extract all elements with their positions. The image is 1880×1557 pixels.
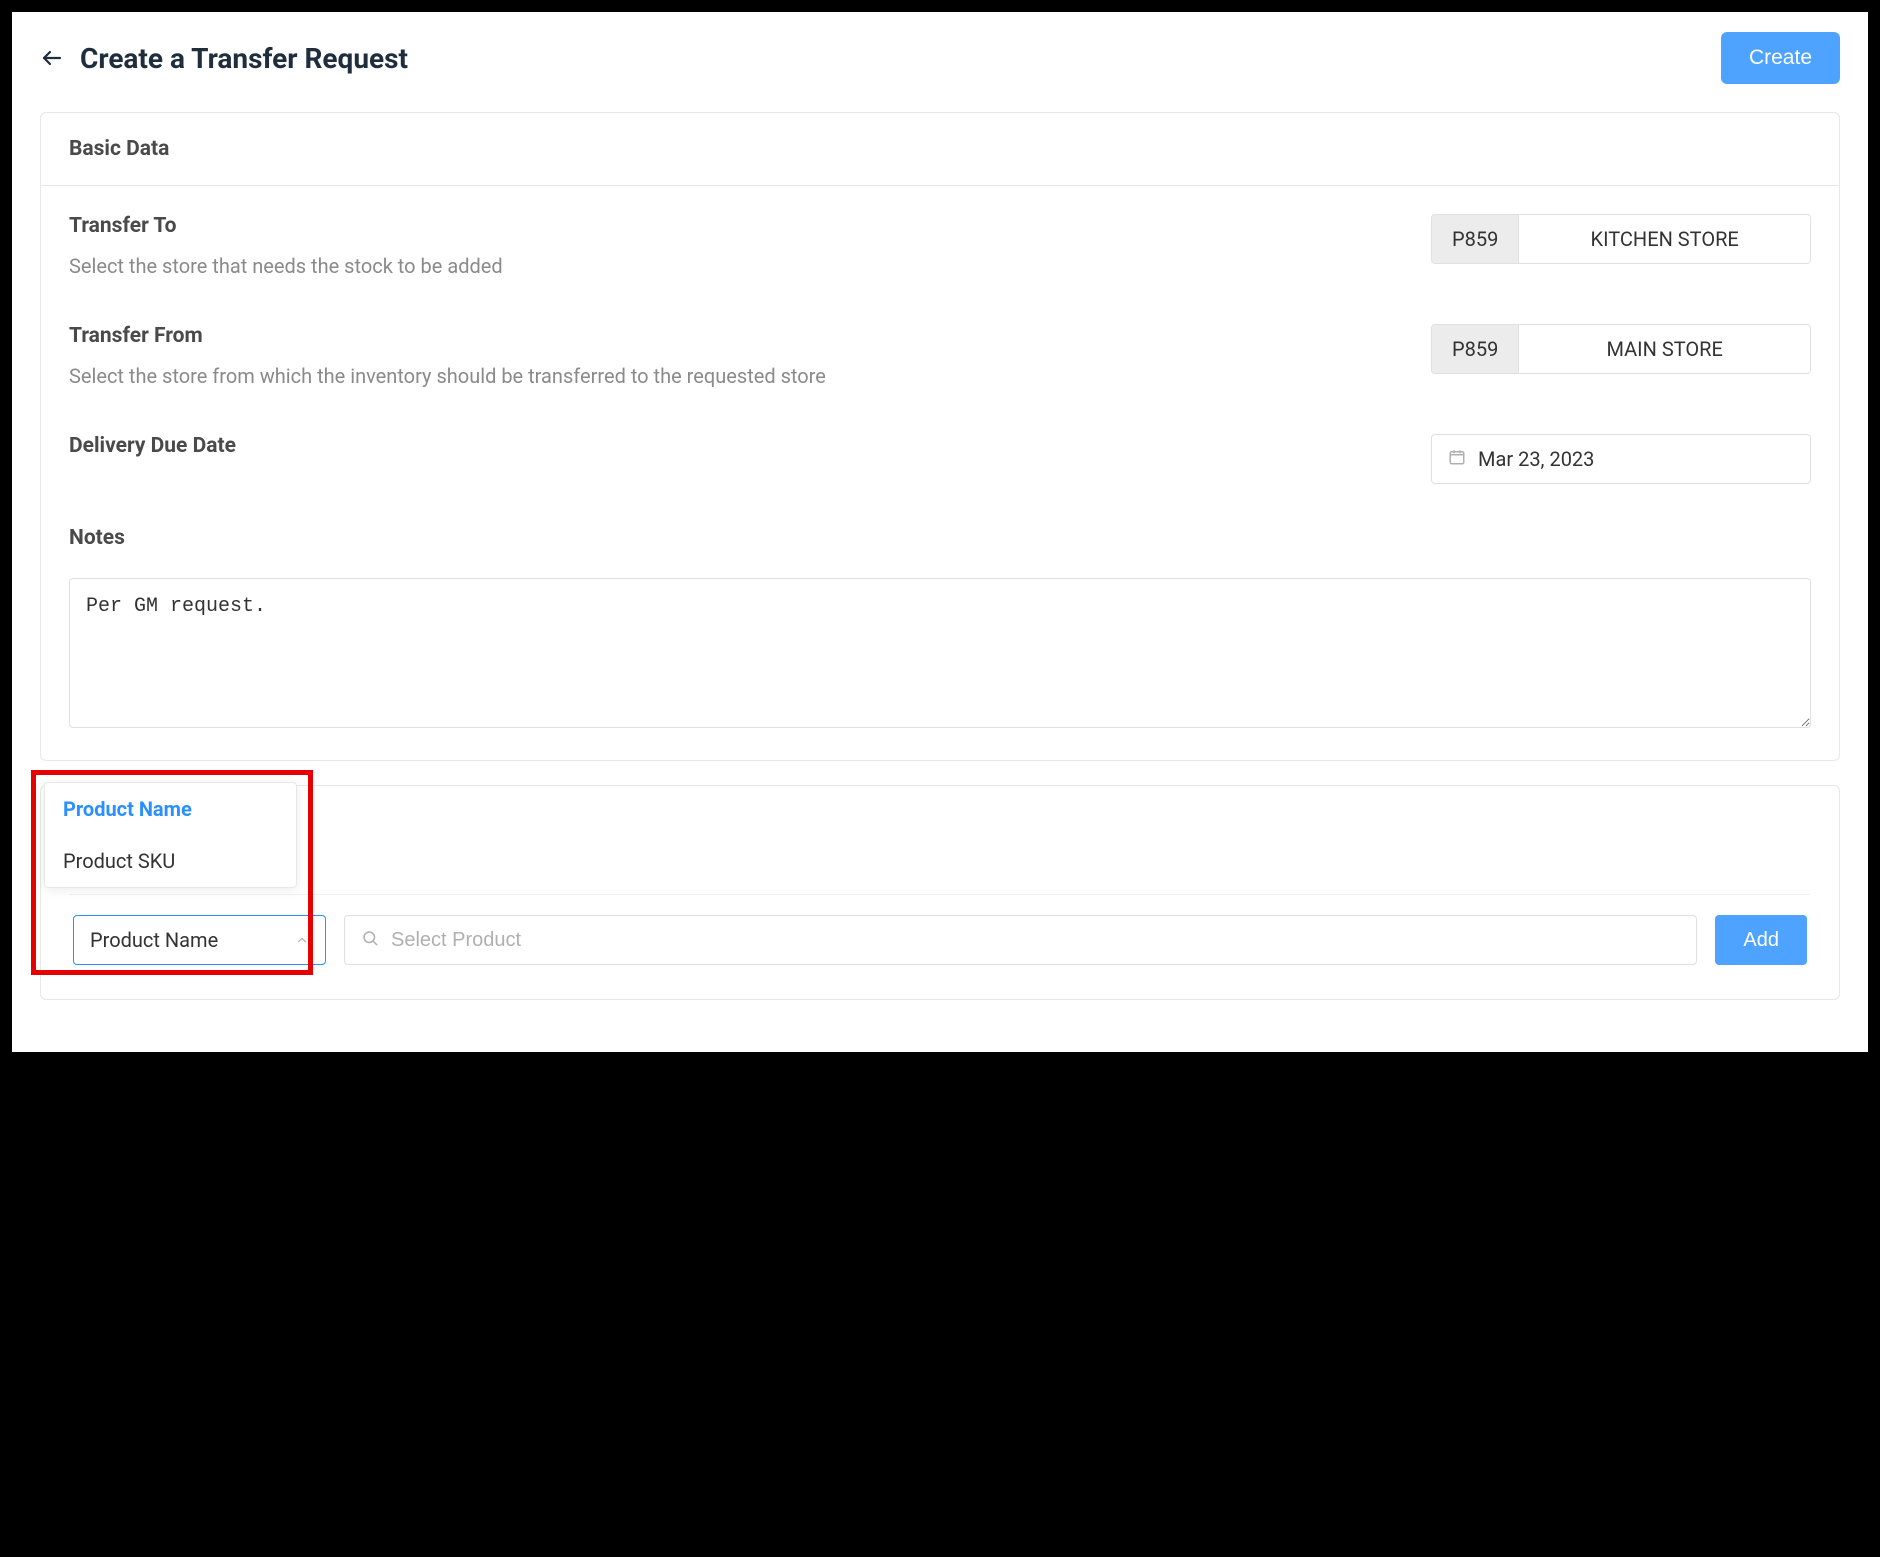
- transfer-to-subtext: Select the store that needs the stock to…: [69, 250, 1114, 282]
- page-title: Create a Transfer Request: [80, 42, 408, 75]
- product-search-input[interactable]: [391, 929, 1680, 952]
- product-type-selected: Product Name: [90, 928, 218, 952]
- dropdown-option-product-name[interactable]: Product Name: [45, 783, 296, 835]
- transfer-from-code: P859: [1432, 325, 1519, 373]
- transfer-from-picker[interactable]: P859 MAIN STORE: [1431, 324, 1811, 374]
- product-search-field[interactable]: [344, 915, 1697, 965]
- product-card: Product Name Product SKU Product Name: [40, 785, 1840, 1000]
- create-button[interactable]: Create: [1721, 32, 1840, 84]
- product-type-select[interactable]: Product Name: [73, 915, 326, 965]
- transfer-from-store: MAIN STORE: [1519, 325, 1810, 373]
- transfer-to-store: KITCHEN STORE: [1519, 215, 1810, 263]
- transfer-to-code: P859: [1432, 215, 1519, 263]
- add-product-button[interactable]: Add: [1715, 915, 1807, 965]
- transfer-to-label: Transfer To: [69, 214, 1114, 238]
- delivery-due-label: Delivery Due Date: [69, 434, 1114, 458]
- notes-textarea[interactable]: [69, 578, 1811, 728]
- transfer-from-subtext: Select the store from which the inventor…: [69, 360, 1114, 392]
- delivery-due-date-picker[interactable]: Mar 23, 2023: [1431, 434, 1811, 484]
- delivery-due-value: Mar 23, 2023: [1478, 447, 1594, 471]
- calendar-icon: [1448, 448, 1466, 470]
- product-type-dropdown: Product Name Product SKU: [44, 782, 297, 888]
- basic-data-card: Basic Data Transfer To Select the store …: [40, 112, 1840, 761]
- transfer-to-picker[interactable]: P859 KITCHEN STORE: [1431, 214, 1811, 264]
- chevron-up-icon: [295, 928, 309, 952]
- search-icon: [361, 929, 379, 951]
- dropdown-option-product-sku[interactable]: Product SKU: [45, 835, 296, 887]
- back-arrow-icon[interactable]: [40, 46, 64, 70]
- basic-data-header: Basic Data: [41, 113, 1839, 186]
- transfer-from-label: Transfer From: [69, 324, 1114, 348]
- notes-label: Notes: [69, 526, 1811, 550]
